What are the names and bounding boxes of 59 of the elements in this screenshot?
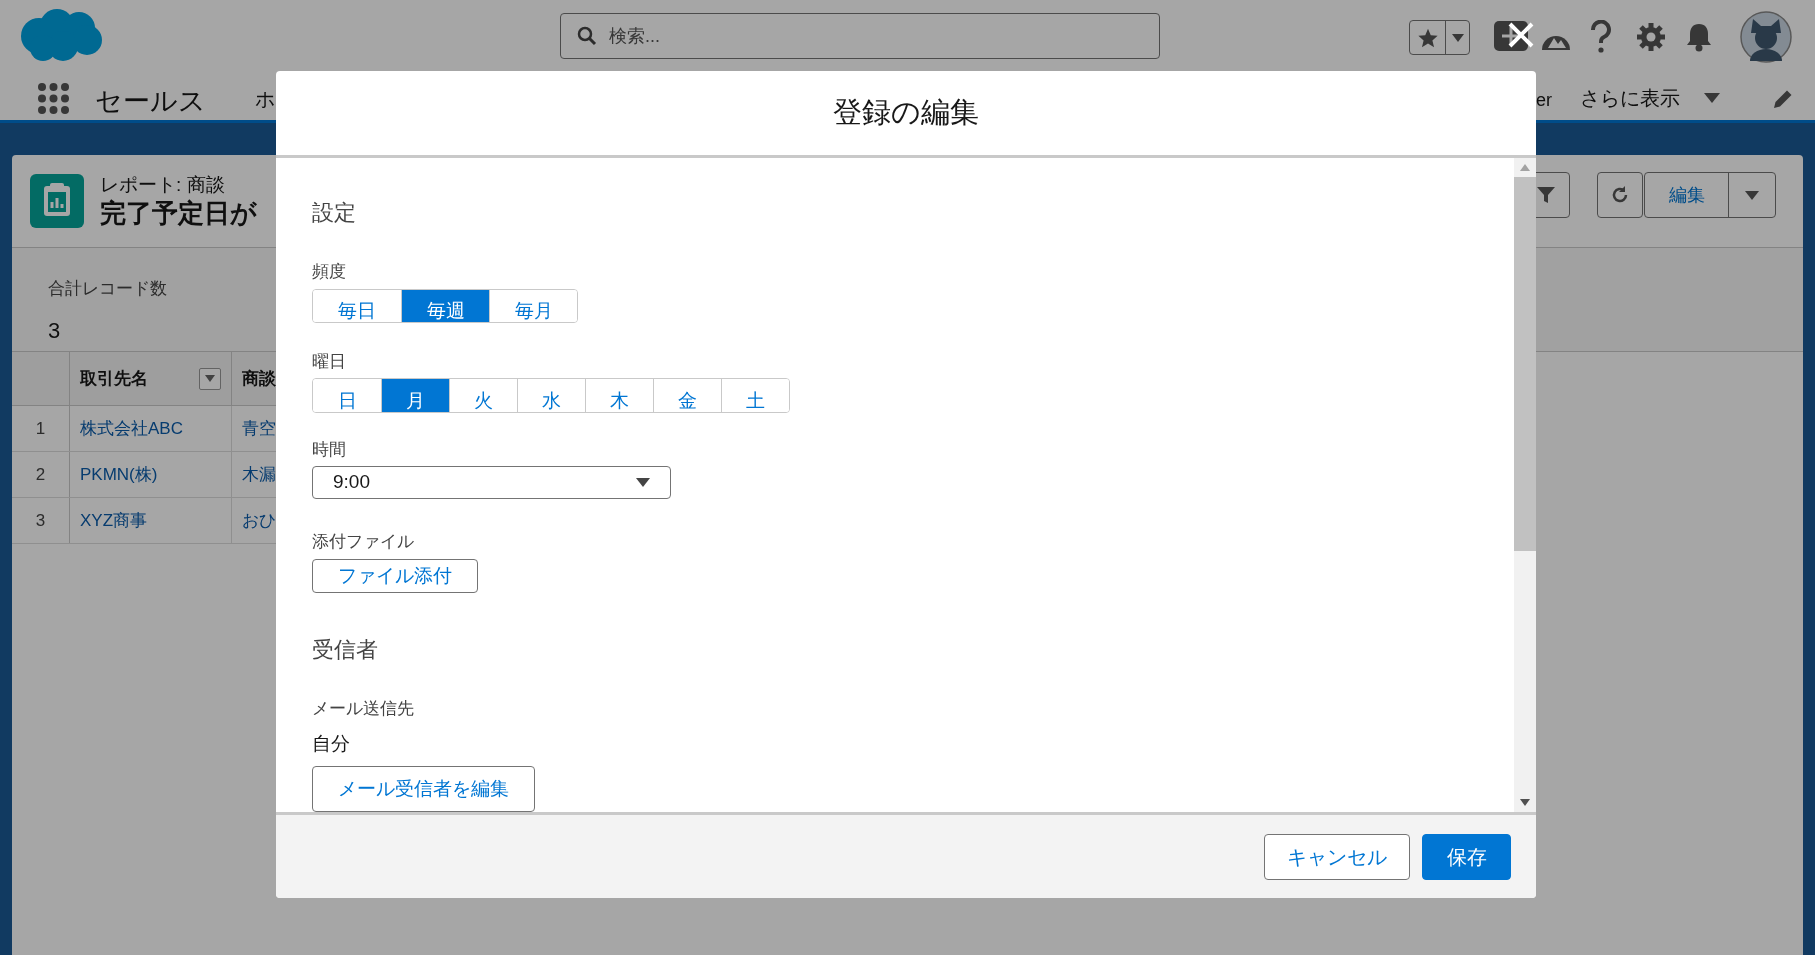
segment-button[interactable]: 月 [381, 379, 449, 412]
favorites-button[interactable] [1409, 20, 1470, 55]
segment-button[interactable]: 毎週 [401, 289, 489, 322]
settings-icon[interactable] [1636, 22, 1666, 52]
caret-icon [636, 478, 650, 488]
segment-button[interactable]: 土 [721, 379, 789, 412]
table-link[interactable]: 青空 [242, 415, 276, 442]
section-heading: 受信者 [312, 636, 378, 664]
field-value: 自分 [312, 731, 350, 756]
row-number: 3 [35, 509, 46, 532]
caret-icon [1704, 92, 1720, 103]
cancel-button[interactable]: キャンセル [1264, 833, 1410, 880]
column-menu-button[interactable] [199, 367, 221, 390]
segment-button[interactable]: 毎月 [489, 289, 577, 322]
dialog-title: 登録の編集 [833, 95, 979, 131]
attach-file-button[interactable]: ファイル添付 [312, 558, 478, 593]
table-link[interactable]: 木漏 [242, 461, 276, 488]
search-icon [577, 26, 597, 46]
scrollbar[interactable] [1514, 158, 1536, 812]
nav-tab[interactable]: ホ [255, 83, 275, 114]
table-link[interactable]: PKMN(株) [80, 461, 158, 488]
table-link[interactable]: おひ [242, 507, 276, 534]
edit-recipients-button[interactable]: メール受信者を編集 [312, 766, 535, 812]
app-name: セールス [95, 84, 206, 118]
field-label: 添付ファイル [312, 531, 414, 554]
report-type-label: レポート: 商談 [100, 172, 226, 197]
section-heading: 設定 [312, 199, 356, 227]
save-button[interactable]: 保存 [1422, 833, 1511, 880]
report-title: 完了予定日が [100, 196, 257, 230]
caret-icon [205, 375, 215, 382]
app-launcher-icon[interactable] [37, 81, 70, 115]
help-icon[interactable] [1588, 20, 1614, 54]
field-label: 頻度 [312, 261, 346, 283]
column-header[interactable]: 商談 [242, 365, 276, 392]
row-number: 1 [35, 417, 46, 440]
table-link[interactable]: XYZ商事 [80, 507, 148, 534]
notification-bell-icon[interactable] [1685, 22, 1713, 52]
refresh-button[interactable] [1597, 172, 1643, 218]
filter-icon [1537, 186, 1555, 204]
nav-tab[interactable]: er [1536, 86, 1552, 114]
scroll-down-icon[interactable] [1520, 799, 1530, 806]
field-label: メール送信先 [312, 698, 414, 720]
caret-icon [1451, 33, 1464, 42]
scrollbar-thumb[interactable] [1514, 177, 1536, 551]
table-link[interactable]: 株式会社ABC [80, 415, 183, 442]
column-header[interactable]: 取引先名 [80, 365, 148, 392]
caret-icon[interactable] [1745, 190, 1759, 200]
more-menu[interactable]: さらに表示 [1580, 82, 1720, 113]
close-icon[interactable] [1507, 21, 1535, 49]
refresh-icon [1610, 185, 1630, 205]
field-label: 曜日 [312, 350, 346, 373]
summary-label: 合計レコード数 [48, 278, 167, 300]
avatar-icon[interactable] [1740, 11, 1792, 63]
report-icon [30, 174, 84, 228]
search-field[interactable]: 検索... [560, 13, 1160, 59]
time-select[interactable]: 9:00 [312, 466, 671, 500]
row-number: 2 [35, 463, 46, 486]
field-label: 時間 [312, 438, 346, 461]
summary-value: 3 [48, 316, 61, 345]
